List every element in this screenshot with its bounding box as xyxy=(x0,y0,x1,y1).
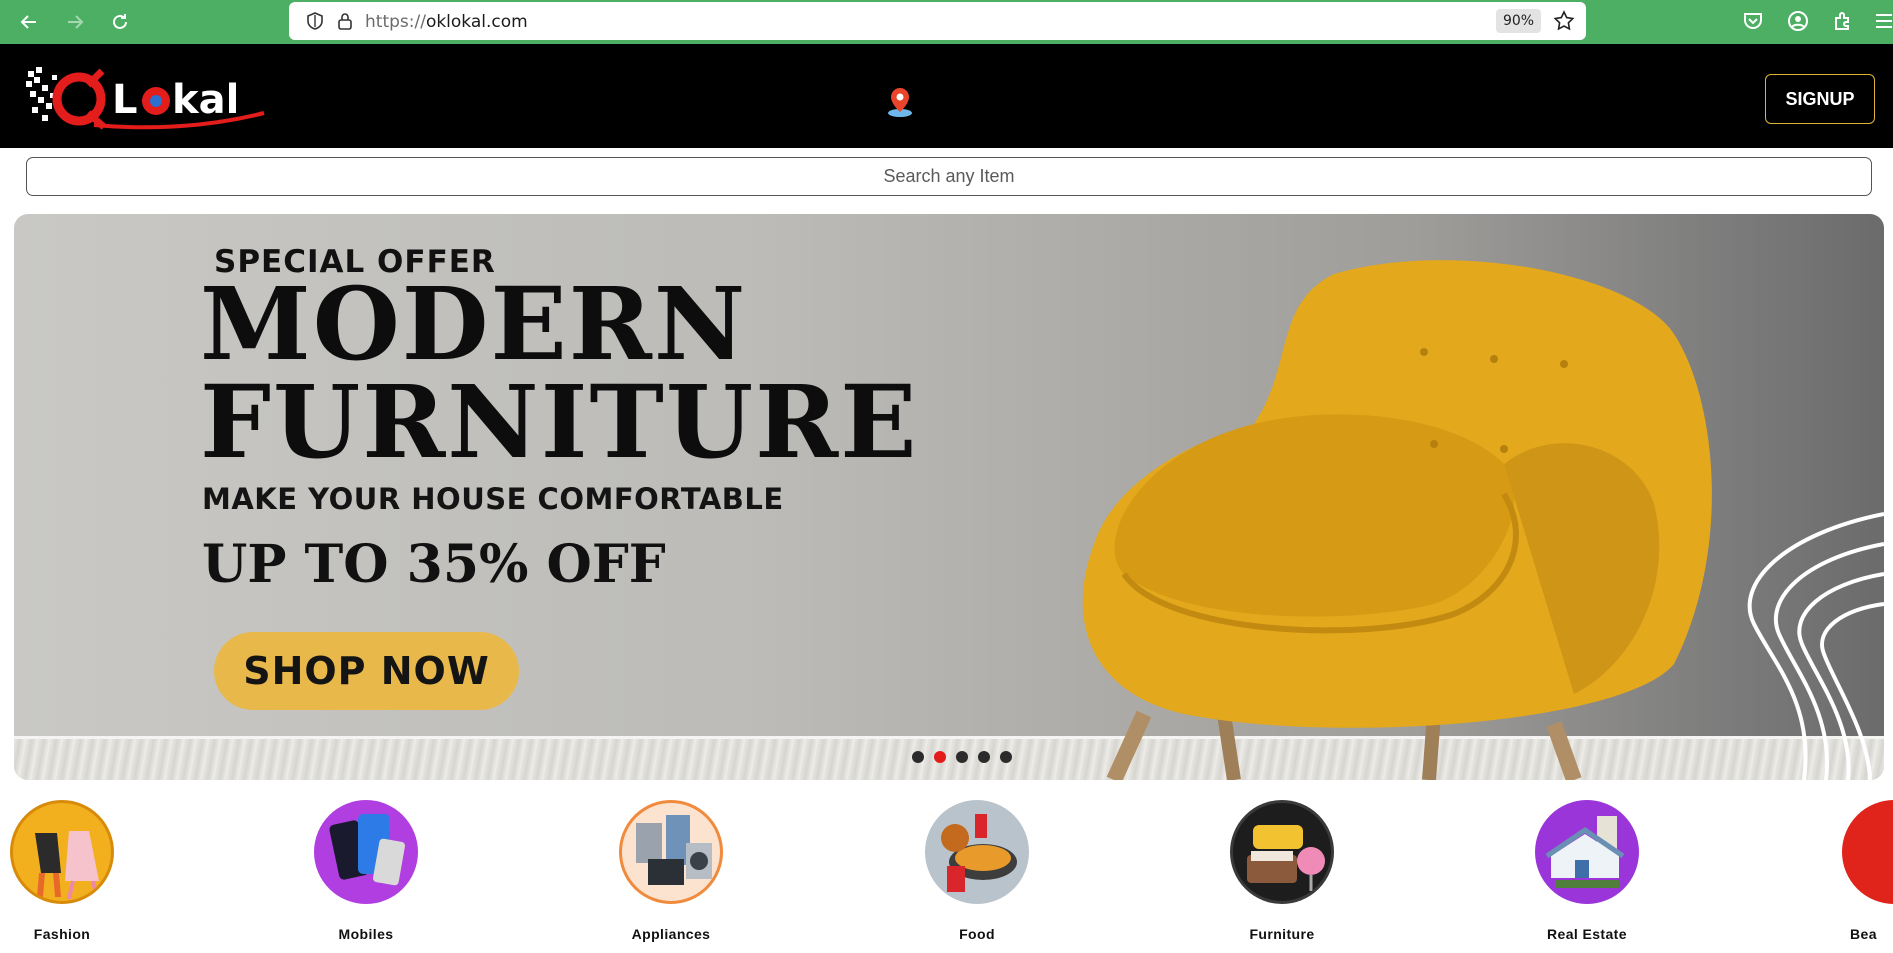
browser-toolbar: https://oklokal.com 90% xyxy=(0,0,1893,44)
carousel-dot[interactable] xyxy=(956,751,968,763)
carousel-dot[interactable] xyxy=(978,751,990,763)
beauty-icon xyxy=(1842,800,1893,904)
category-label: Furniture xyxy=(1249,926,1315,942)
nav-contact[interactable]: CONTACT xyxy=(119,44,195,61)
promo-banner[interactable]: SPECIAL OFFER MODERN FURNITURE MAKE YOUR… xyxy=(14,214,1884,780)
banner-discount: UP TO 35% OFF xyxy=(202,534,666,595)
menu-icon[interactable] xyxy=(1872,9,1893,33)
category-real-estate[interactable]: Real Estate xyxy=(1517,800,1657,942)
category-label: Fashion xyxy=(33,926,91,942)
back-button[interactable] xyxy=(14,7,44,37)
nav-home[interactable]: HOME xyxy=(0,44,48,61)
category-mobiles[interactable]: Mobiles xyxy=(296,800,436,942)
category-appliances[interactable]: Appliances xyxy=(601,800,741,942)
zoom-level[interactable]: 90% xyxy=(1496,9,1541,33)
reload-icon xyxy=(113,14,127,29)
pocket-icon[interactable] xyxy=(1741,9,1765,33)
banner-title-line2: FURNITURE xyxy=(200,363,919,481)
oklokal-logo[interactable]: L kal xyxy=(24,63,274,133)
real-estate-icon xyxy=(1535,800,1639,904)
signup-button[interactable]: SIGNUP xyxy=(1765,74,1875,124)
category-beauty[interactable]: Bea xyxy=(1822,800,1893,942)
forward-button[interactable] xyxy=(60,7,90,37)
banner-title-line1: MODERN xyxy=(200,265,748,383)
category-label: Real Estate xyxy=(1547,926,1627,942)
food-icon xyxy=(925,800,1029,904)
account-icon[interactable] xyxy=(1786,9,1810,33)
bookmark-star-icon[interactable] xyxy=(1553,10,1575,32)
fashion-icon xyxy=(10,800,114,904)
site-header: L kal HOME LISTING CONTACT LOGIN SIGNUP xyxy=(0,44,1893,148)
main-nav: HOME LISTING CONTACT LOGIN xyxy=(0,44,1893,62)
lock-icon[interactable] xyxy=(335,11,355,31)
category-label: Mobiles xyxy=(338,926,394,942)
arrow-right-icon xyxy=(68,15,84,29)
url-text[interactable]: https://oklokal.com xyxy=(365,12,528,32)
category-label: Bea xyxy=(1850,926,1877,942)
address-bar[interactable]: https://oklokal.com 90% xyxy=(289,2,1586,40)
category-food[interactable]: Food xyxy=(907,800,1047,942)
carousel-dot-active[interactable] xyxy=(934,751,946,763)
svg-text:kal: kal xyxy=(172,77,239,123)
banner-subtitle: MAKE YOUR HOUSE COMFORTABLE xyxy=(202,482,784,516)
svg-text:L: L xyxy=(112,77,138,123)
mobiles-icon xyxy=(314,800,418,904)
nav-login[interactable]: LOGIN xyxy=(199,44,249,61)
category-label: Food xyxy=(959,926,995,942)
yellow-armchair-image xyxy=(1082,260,1712,780)
url-domain: oklokal.com xyxy=(425,12,528,32)
appliances-icon xyxy=(619,800,723,904)
nav-listing[interactable]: LISTING xyxy=(52,44,114,61)
shield-icon[interactable] xyxy=(305,11,325,31)
category-label: Appliances xyxy=(631,926,711,942)
category-furniture[interactable]: Furniture xyxy=(1212,800,1352,942)
category-fashion[interactable]: Fashion xyxy=(0,800,132,942)
url-protocol: https:// xyxy=(365,12,426,32)
furniture-icon xyxy=(1230,800,1334,904)
carousel-dot[interactable] xyxy=(912,751,924,763)
extensions-icon[interactable] xyxy=(1831,9,1855,33)
arrow-left-icon xyxy=(20,15,36,29)
shop-now-button[interactable]: SHOP NOW xyxy=(214,632,519,710)
carousel-dots xyxy=(912,751,1012,763)
search-input[interactable] xyxy=(26,157,1872,196)
location-pin-icon[interactable] xyxy=(886,86,914,118)
carousel-dot[interactable] xyxy=(1000,751,1012,763)
reload-button[interactable] xyxy=(105,7,135,37)
